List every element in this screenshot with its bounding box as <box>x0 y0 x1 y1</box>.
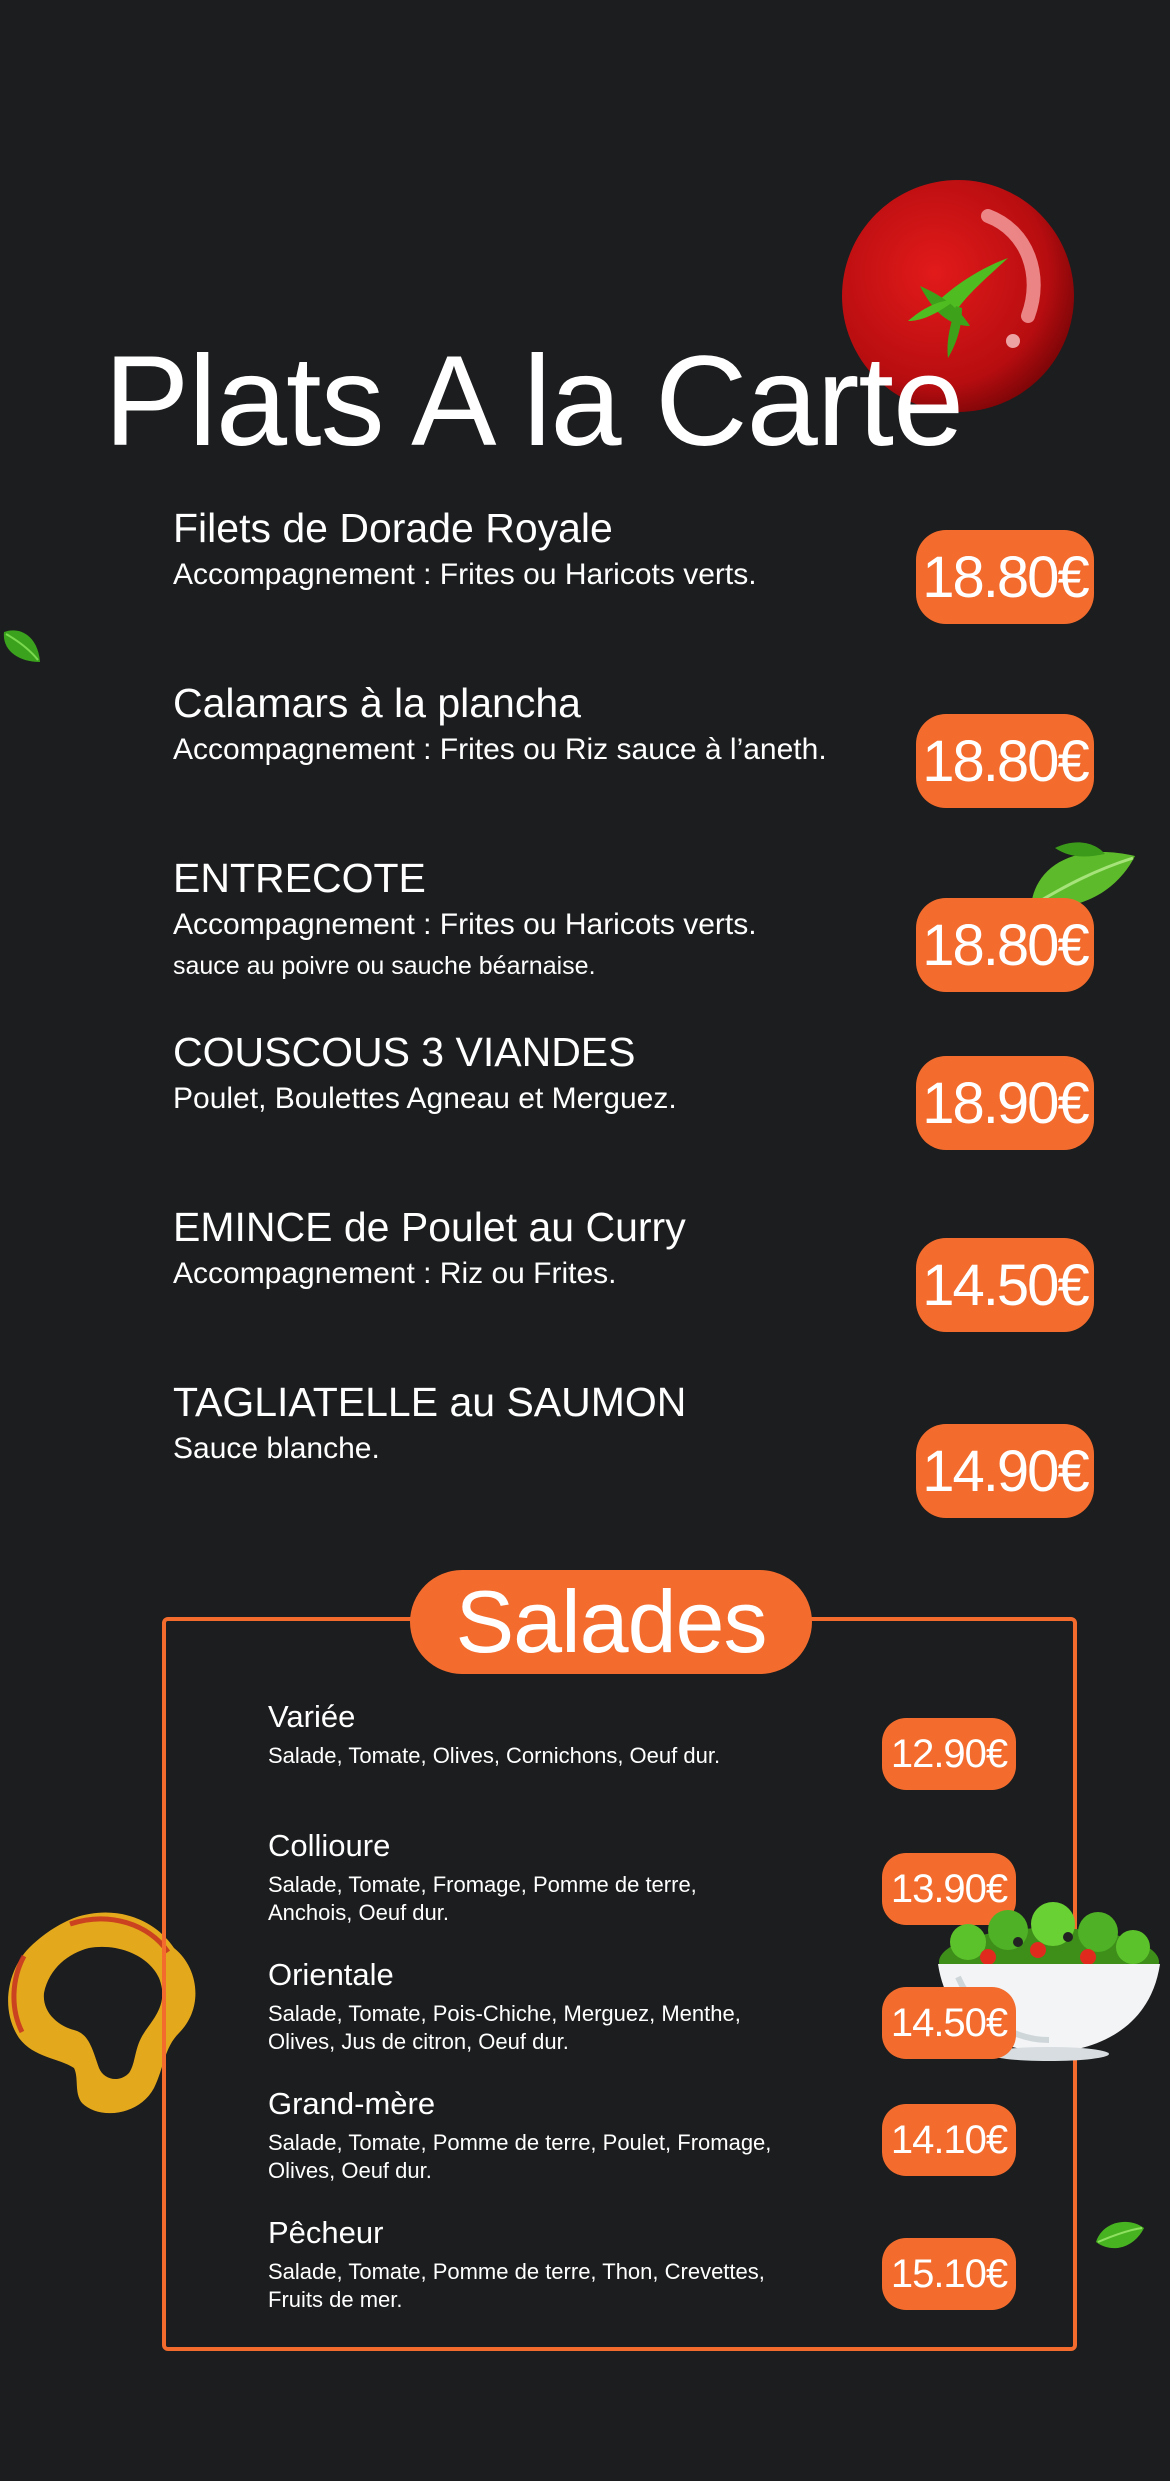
dish-item: COUSCOUS 3 VIANDES Poulet, Boulettes Agn… <box>173 1029 677 1117</box>
salad-name: Orientale <box>268 1957 394 1992</box>
salad-description: Salade, Tomate, Fromage, Pomme de terre,… <box>268 1872 697 1926</box>
salad-section-title: Salades <box>410 1570 812 1674</box>
leaf-icon <box>3 630 40 662</box>
salad-item: Orientale Salade, Tomate, Pois-Chiche, M… <box>268 1957 788 2056</box>
salad-item: Variée Salade, Tomate, Olives, Cornichon… <box>268 1699 828 1770</box>
dish-item: ENTRECOTE Accompagnement : Frites ou Har… <box>173 855 757 981</box>
dish-item: TAGLIATELLE au SAUMON Sauce blanche. <box>173 1379 687 1467</box>
price-badge: 18.90€ <box>916 1056 1094 1150</box>
price-badge: 14.10€ <box>882 2104 1016 2176</box>
price-badge: 15.10€ <box>882 2238 1016 2310</box>
salad-name: Grand-mère <box>268 2086 436 2121</box>
salad-name: Variée <box>268 1699 356 1734</box>
price-badge: 14.50€ <box>916 1238 1094 1332</box>
salad-description: Salade, Tomate, Pois-Chiche, Merguez, Me… <box>268 2001 741 2055</box>
dish-note: sauce au poivre ou sauche béarnaise. <box>173 952 596 981</box>
salad-description: Salade, Tomate, Pomme de terre, Thon, Cr… <box>268 2259 765 2313</box>
dish-description: Accompagnement : Riz ou Frites. <box>173 1257 617 1291</box>
dish-name: COUSCOUS 3 VIANDES <box>173 1029 636 1075</box>
salad-description: Salade, Tomate, Olives, Cornichons, Oeuf… <box>268 1743 721 1769</box>
price-badge: 18.80€ <box>916 714 1094 808</box>
dish-name: Calamars à la plancha <box>173 680 581 726</box>
dish-item: Calamars à la plancha Accompagnement : F… <box>173 680 827 768</box>
dish-description: Sauce blanche. <box>173 1432 380 1466</box>
salad-item: Pêcheur Salade, Tomate, Pomme de terre, … <box>268 2215 808 2314</box>
price-badge: 18.80€ <box>916 530 1094 624</box>
price-badge: 14.50€ <box>882 1987 1016 2059</box>
price-badge: 14.90€ <box>916 1424 1094 1518</box>
price-badge: 12.90€ <box>882 1718 1016 1790</box>
dish-name: TAGLIATELLE au SAUMON <box>173 1379 687 1425</box>
price-badge: 18.80€ <box>916 898 1094 992</box>
page-title: Plats A la Carte <box>104 330 964 473</box>
salad-item: Collioure Salade, Tomate, Fromage, Pomme… <box>268 1828 768 1927</box>
salad-description: Salade, Tomate, Pomme de terre, Poulet, … <box>268 2130 772 2184</box>
dish-description: Accompagnement : Frites ou Riz sauce à l… <box>173 733 827 767</box>
dish-description: Accompagnement : Frites ou Haricots vert… <box>173 558 757 592</box>
dish-description: Accompagnement : Frites ou Haricots vert… <box>173 908 757 942</box>
dish-name: EMINCE de Poulet au Curry <box>173 1204 686 1250</box>
salad-name: Pêcheur <box>268 2215 384 2250</box>
dish-item: Filets de Dorade Royale Accompagnement :… <box>173 505 757 593</box>
dish-item: EMINCE de Poulet au Curry Accompagnement… <box>173 1204 686 1292</box>
salad-item: Grand-mère Salade, Tomate, Pomme de terr… <box>268 2086 808 2185</box>
dish-description: Poulet, Boulettes Agneau et Merguez. <box>173 1082 677 1116</box>
salad-name: Collioure <box>268 1828 391 1863</box>
dish-name: ENTRECOTE <box>173 855 426 901</box>
leaf-icon <box>1096 2221 1144 2249</box>
dish-name: Filets de Dorade Royale <box>173 505 613 551</box>
